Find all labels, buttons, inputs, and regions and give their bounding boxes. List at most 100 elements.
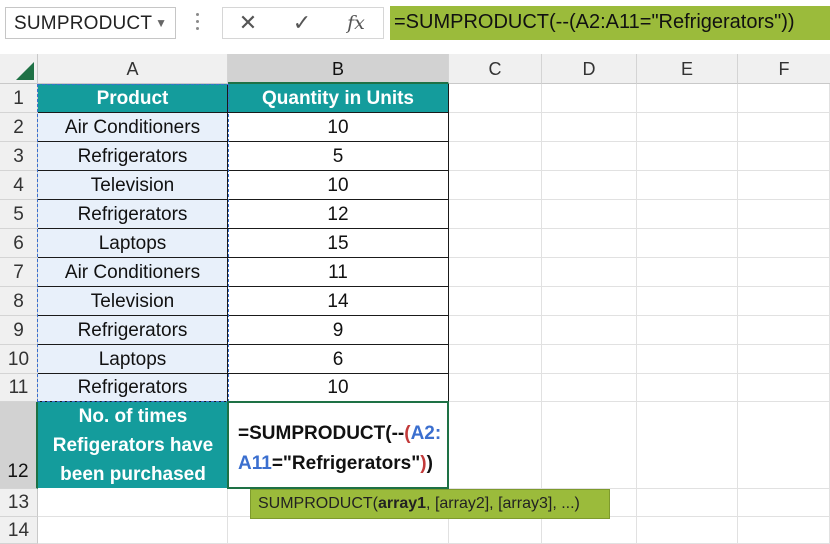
empty-cell[interactable]	[738, 316, 830, 345]
empty-cell[interactable]	[449, 517, 542, 544]
cell-b8[interactable]: 14	[228, 287, 449, 316]
empty-cell[interactable]	[542, 517, 637, 544]
empty-cell[interactable]	[449, 200, 542, 229]
row-header-12[interactable]: 12	[0, 402, 38, 489]
empty-cell[interactable]	[542, 345, 637, 374]
row-header-14[interactable]: 14	[0, 517, 38, 544]
row-header-3[interactable]: 3	[0, 142, 38, 171]
insert-function-icon[interactable]: fx	[341, 10, 371, 36]
column-header-b[interactable]: B	[228, 54, 449, 84]
row-header-5[interactable]: 5	[0, 200, 38, 229]
row-header-8[interactable]: 8	[0, 287, 38, 316]
row-header-10[interactable]: 10	[0, 345, 38, 374]
name-box[interactable]: SUMPRODUCT ▼	[5, 7, 176, 39]
cell-b9[interactable]: 9	[228, 316, 449, 345]
empty-cell[interactable]	[542, 316, 637, 345]
empty-cell[interactable]	[637, 229, 738, 258]
empty-cell[interactable]	[738, 171, 830, 200]
empty-cell[interactable]	[542, 84, 637, 113]
cell-b10[interactable]: 6	[228, 345, 449, 374]
row-header-4[interactable]: 4	[0, 171, 38, 200]
empty-cell[interactable]	[449, 229, 542, 258]
row-header-11[interactable]: 11	[0, 374, 38, 402]
function-argument-tooltip[interactable]: SUMPRODUCT(array1, [array2], [array3], .…	[250, 489, 610, 519]
empty-cell[interactable]	[542, 402, 637, 489]
empty-cell[interactable]	[542, 171, 637, 200]
empty-cell[interactable]	[637, 489, 738, 517]
empty-cell[interactable]	[542, 374, 637, 402]
empty-cell[interactable]	[38, 489, 228, 517]
drag-handle-icon[interactable]	[196, 9, 200, 37]
cell-a12-label[interactable]: No. of times Refigerators have been purc…	[38, 402, 228, 488]
header-cell-product[interactable]: Product	[38, 84, 228, 113]
cell-b3[interactable]: 5	[228, 142, 449, 171]
cell-b5[interactable]: 12	[228, 200, 449, 229]
empty-cell[interactable]	[738, 113, 830, 142]
chevron-down-icon[interactable]: ▼	[155, 16, 167, 30]
empty-cell[interactable]	[38, 517, 228, 544]
empty-cell[interactable]	[738, 489, 830, 517]
cell-a9[interactable]: Refrigerators	[38, 316, 228, 345]
empty-cell[interactable]	[637, 316, 738, 345]
empty-cell[interactable]	[449, 258, 542, 287]
empty-cell[interactable]	[542, 287, 637, 316]
cell-a6[interactable]: Laptops	[38, 229, 228, 258]
column-header-f[interactable]: F	[738, 54, 830, 84]
empty-cell[interactable]	[449, 345, 542, 374]
empty-cell[interactable]	[738, 84, 830, 113]
cell-a3[interactable]: Refrigerators	[38, 142, 228, 171]
empty-cell[interactable]	[449, 171, 542, 200]
column-header-e[interactable]: E	[637, 54, 738, 84]
empty-cell[interactable]	[637, 113, 738, 142]
cell-b2[interactable]: 10	[228, 113, 449, 142]
empty-cell[interactable]	[738, 345, 830, 374]
empty-cell[interactable]	[738, 200, 830, 229]
cell-b4[interactable]: 10	[228, 171, 449, 200]
cell-a11[interactable]: Refrigerators	[38, 374, 228, 402]
row-header-7[interactable]: 7	[0, 258, 38, 287]
empty-cell[interactable]	[542, 142, 637, 171]
row-header-9[interactable]: 9	[0, 316, 38, 345]
empty-cell[interactable]	[449, 374, 542, 402]
cancel-icon[interactable]: ✕	[233, 10, 263, 36]
empty-cell[interactable]	[637, 517, 738, 544]
cell-a10[interactable]: Laptops	[38, 345, 228, 374]
empty-cell[interactable]	[738, 142, 830, 171]
tooltip-current-arg[interactable]: array1	[378, 495, 426, 512]
empty-cell[interactable]	[738, 402, 830, 489]
empty-cell[interactable]	[449, 84, 542, 113]
column-header-c[interactable]: C	[449, 54, 542, 84]
empty-cell[interactable]	[738, 287, 830, 316]
cell-a7[interactable]: Air Conditioners	[38, 258, 228, 287]
select-all-corner[interactable]	[0, 54, 38, 84]
empty-cell[interactable]	[637, 142, 738, 171]
empty-cell[interactable]	[637, 402, 738, 489]
cell-b7[interactable]: 11	[228, 258, 449, 287]
cell-a2[interactable]: Air Conditioners	[38, 113, 228, 142]
cell-a8[interactable]: Television	[38, 287, 228, 316]
empty-cell[interactable]	[637, 171, 738, 200]
column-header-a[interactable]: A	[38, 54, 228, 84]
header-cell-quantity[interactable]: Quantity in Units	[228, 84, 449, 113]
empty-cell[interactable]	[637, 258, 738, 287]
empty-cell[interactable]	[449, 316, 542, 345]
empty-cell[interactable]	[449, 142, 542, 171]
row-header-13[interactable]: 13	[0, 489, 38, 517]
cell-a5[interactable]: Refrigerators	[38, 200, 228, 229]
column-header-d[interactable]: D	[542, 54, 637, 84]
empty-cell[interactable]	[449, 402, 542, 489]
empty-cell[interactable]	[228, 517, 449, 544]
empty-cell[interactable]	[542, 113, 637, 142]
formula-input[interactable]: =SUMPRODUCT(--(A2:A11="Refrigerators"))	[390, 6, 830, 40]
row-header-1[interactable]: 1	[0, 84, 38, 113]
empty-cell[interactable]	[449, 287, 542, 316]
active-cell-b12[interactable]: =SUMPRODUCT(--(A2: A11="Refrigerators"))	[227, 401, 449, 489]
cell-a4[interactable]: Television	[38, 171, 228, 200]
empty-cell[interactable]	[637, 84, 738, 113]
row-header-6[interactable]: 6	[0, 229, 38, 258]
empty-cell[interactable]	[738, 374, 830, 402]
empty-cell[interactable]	[637, 287, 738, 316]
empty-cell[interactable]	[542, 229, 637, 258]
empty-cell[interactable]	[449, 113, 542, 142]
empty-cell[interactable]	[542, 258, 637, 287]
